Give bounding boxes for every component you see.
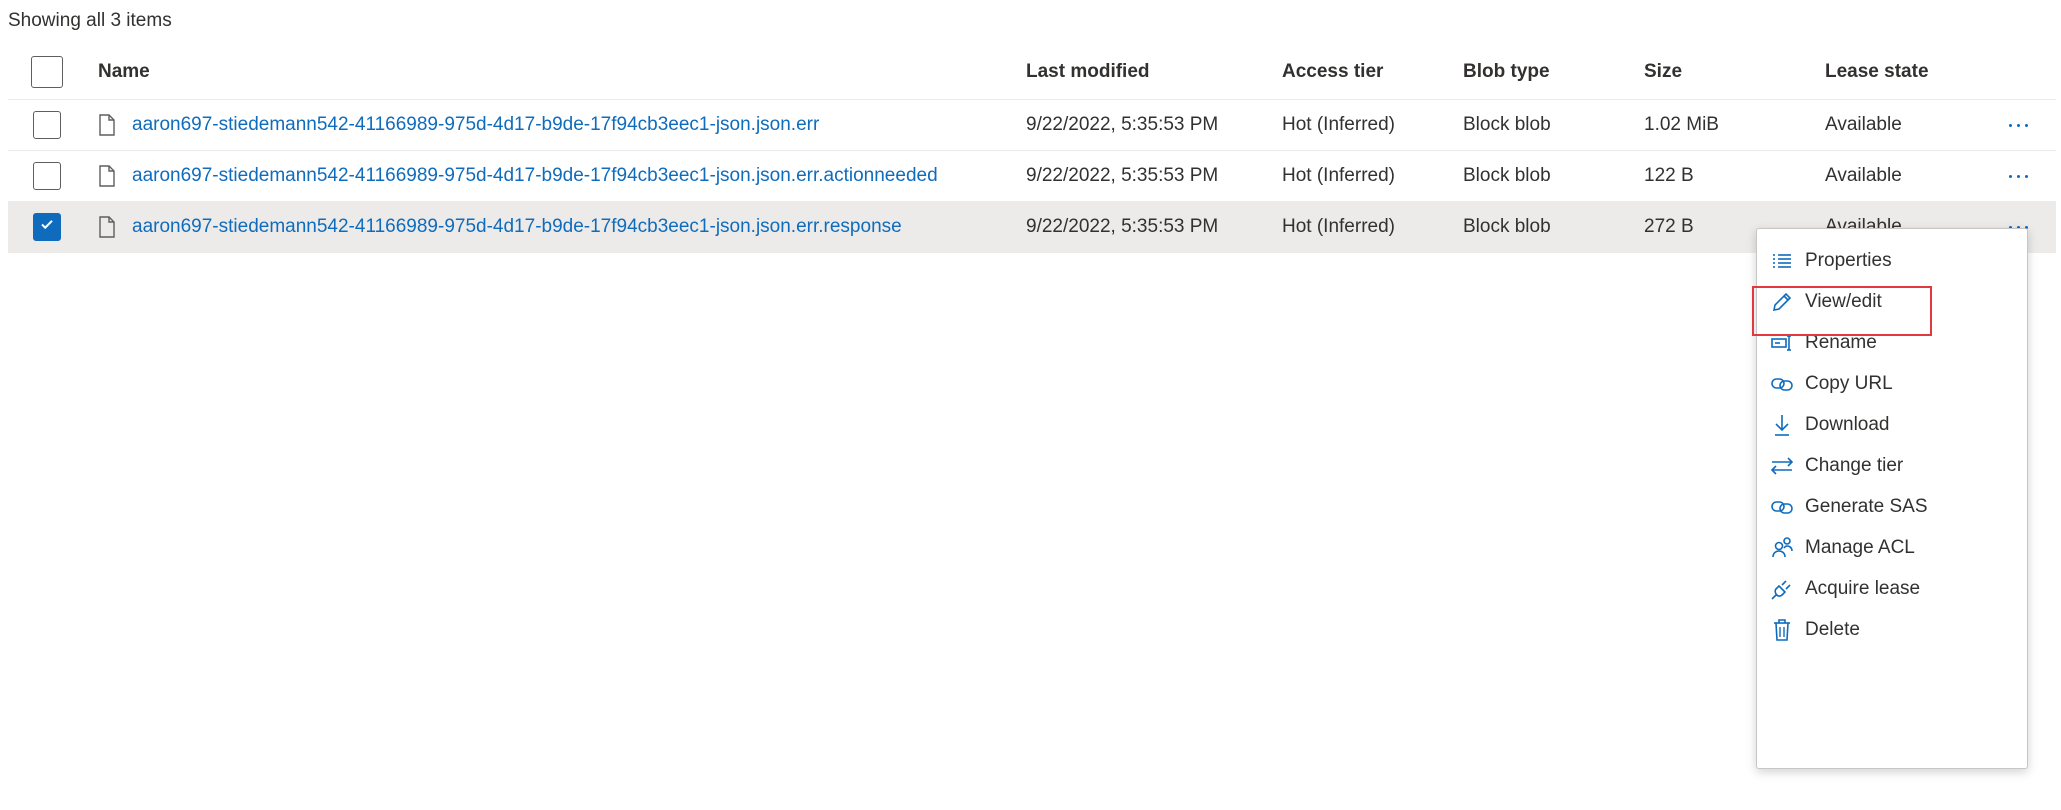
blob-name-link[interactable]: aaron697-stiedemann542-41166989-975d-4d1… <box>132 114 819 136</box>
file-icon <box>98 114 116 136</box>
blob-name-link[interactable]: aaron697-stiedemann542-41166989-975d-4d1… <box>132 165 938 187</box>
menu-item-acquire-lease[interactable]: Acquire lease <box>1757 569 2027 609</box>
size-cell: 1.02 MiB <box>1644 114 1719 135</box>
plug-icon <box>1767 574 1797 604</box>
blob-name-cell: aaron697-stiedemann542-41166989-975d-4d1… <box>98 202 902 252</box>
more-actions-button[interactable] <box>1998 151 2038 201</box>
file-icon <box>98 165 116 187</box>
highlight-box <box>1752 286 1932 336</box>
table-row[interactable]: aaron697-stiedemann542-41166989-975d-4d1… <box>8 202 2056 253</box>
menu-item-label: Delete <box>1805 619 1860 640</box>
column-header-blob-type[interactable]: Blob type <box>1463 44 1550 99</box>
check-icon <box>39 216 55 238</box>
blob-name-cell: aaron697-stiedemann542-41166989-975d-4d1… <box>98 100 819 150</box>
access-tier-cell: Hot (Inferred) <box>1282 114 1395 135</box>
last-modified-cell: 9/22/2022, 5:35:53 PM <box>1026 165 1219 186</box>
menu-item-label: Generate SAS <box>1805 496 1928 517</box>
column-header-name[interactable]: Name <box>98 44 150 99</box>
menu-item-label: Manage ACL <box>1805 537 1915 558</box>
blob-name-link[interactable]: aaron697-stiedemann542-41166989-975d-4d1… <box>132 216 902 238</box>
row-select-checkbox[interactable] <box>33 162 61 190</box>
item-count-summary: Showing all 3 items <box>8 10 172 31</box>
ellipsis-icon <box>2008 174 2028 178</box>
menu-item-download[interactable]: Download <box>1757 405 2027 445</box>
menu-item-manage-acl[interactable]: Manage ACL <box>1757 528 2027 568</box>
blob-type-cell: Block blob <box>1463 114 1551 135</box>
link-icon <box>1767 492 1797 522</box>
last-modified-cell: 9/22/2022, 5:35:53 PM <box>1026 216 1219 237</box>
column-header-row: Name Last modified Access tier Blob type… <box>8 44 2056 100</box>
menu-item-label: Properties <box>1805 250 1892 271</box>
more-actions-button[interactable] <box>1998 100 2038 150</box>
lease-state-cell: Available <box>1825 114 1902 135</box>
row-select-cell <box>30 202 64 252</box>
size-cell: 272 B <box>1644 216 1694 237</box>
menu-item-label: Acquire lease <box>1805 578 1921 599</box>
select-all-checkbox[interactable] <box>31 55 63 88</box>
menu-item-properties[interactable]: Properties <box>1757 241 2027 281</box>
column-header-access-tier[interactable]: Access tier <box>1282 44 1383 99</box>
access-tier-cell: Hot (Inferred) <box>1282 165 1395 186</box>
lease-state-cell: Available <box>1825 165 1902 186</box>
menu-item-generate-sas[interactable]: Generate SAS <box>1757 487 2027 527</box>
menu-item-label: Copy URL <box>1805 373 1893 394</box>
column-header-lease-state[interactable]: Lease state <box>1825 44 1929 99</box>
menu-item-label: Download <box>1805 414 1890 435</box>
menu-item-change-tier[interactable]: Change tier <box>1757 446 2027 486</box>
menu-item-delete[interactable]: Delete <box>1757 610 2027 650</box>
column-header-size[interactable]: Size <box>1644 44 1682 99</box>
properties-icon <box>1767 246 1797 276</box>
menu-item-label: Change tier <box>1805 455 1904 476</box>
swap-arrows-icon <box>1767 451 1797 481</box>
link-icon <box>1767 369 1797 399</box>
users-icon <box>1767 533 1797 563</box>
row-select-checkbox[interactable] <box>33 213 61 241</box>
menu-item-copy-url[interactable]: Copy URL <box>1757 364 2027 404</box>
blob-type-cell: Block blob <box>1463 165 1551 186</box>
access-tier-cell: Hot (Inferred) <box>1282 216 1395 237</box>
row-select-cell <box>30 151 64 201</box>
download-icon <box>1767 410 1797 440</box>
size-cell: 122 B <box>1644 165 1694 186</box>
select-all-cell <box>30 44 64 99</box>
blob-list: Name Last modified Access tier Blob type… <box>8 44 2056 253</box>
table-row[interactable]: aaron697-stiedemann542-41166989-975d-4d1… <box>8 100 2056 151</box>
table-row[interactable]: aaron697-stiedemann542-41166989-975d-4d1… <box>8 151 2056 202</box>
ellipsis-icon <box>2008 123 2028 127</box>
file-icon <box>98 216 116 238</box>
blob-name-cell: aaron697-stiedemann542-41166989-975d-4d1… <box>98 151 938 201</box>
row-select-cell <box>30 100 64 150</box>
column-header-last-modified[interactable]: Last modified <box>1026 44 1150 99</box>
trash-icon <box>1767 615 1797 645</box>
blob-type-cell: Block blob <box>1463 216 1551 237</box>
row-select-checkbox[interactable] <box>33 111 61 139</box>
last-modified-cell: 9/22/2022, 5:35:53 PM <box>1026 114 1219 135</box>
